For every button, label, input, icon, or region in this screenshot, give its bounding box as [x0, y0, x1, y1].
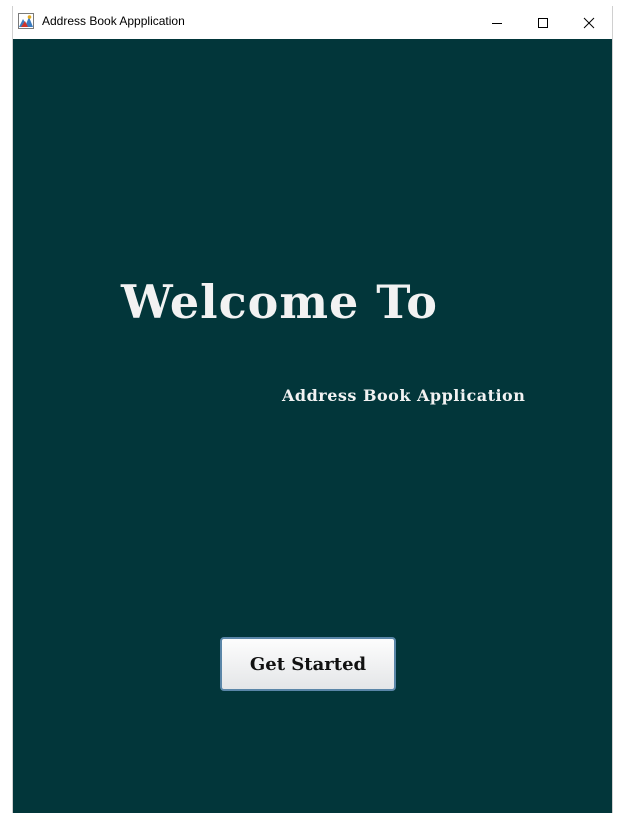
app-subtitle: Address Book Application [282, 386, 526, 405]
close-icon [583, 17, 595, 28]
window-title: Address Book Appplication [42, 14, 185, 28]
welcome-panel: Welcome To Address Book Application Get … [13, 39, 612, 813]
minimize-button[interactable] [474, 6, 520, 39]
maximize-icon [538, 17, 548, 28]
minimize-icon [492, 22, 502, 24]
app-window: Address Book Appplication Welcome To Add… [12, 6, 613, 813]
maximize-button[interactable] [520, 6, 566, 39]
welcome-heading: Welcome To [121, 275, 438, 329]
title-bar[interactable]: Address Book Appplication [13, 6, 612, 39]
app-icon [18, 13, 34, 29]
close-button[interactable] [566, 6, 612, 39]
get-started-button[interactable]: Get Started [220, 637, 396, 691]
